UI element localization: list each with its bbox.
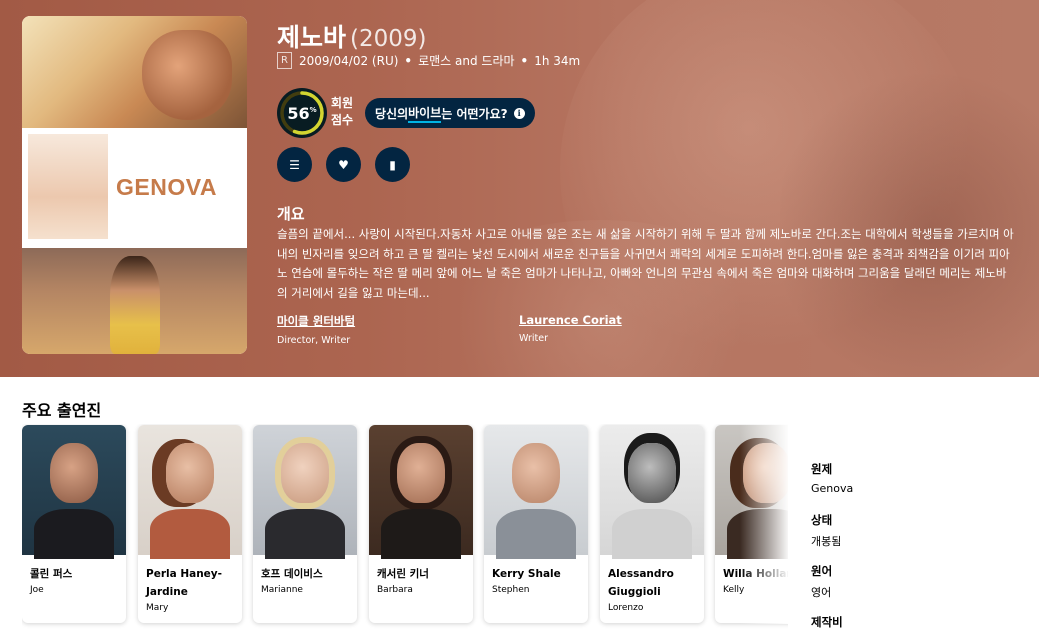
- cast-card[interactable]: Alessandro Giuggioli Lorenzo: [600, 425, 704, 623]
- genres[interactable]: 로맨스 and 드라마: [418, 52, 514, 69]
- add-to-list-button[interactable]: ☰: [277, 147, 312, 182]
- movie-title[interactable]: 제노바: [277, 23, 346, 52]
- fact-label: 원어: [811, 564, 833, 578]
- crew-name-link[interactable]: 마이클 윈터바텀: [277, 313, 355, 329]
- movie-poster[interactable]: GENOVA: [22, 16, 247, 354]
- cast-role: Stephen: [492, 585, 530, 595]
- cast-photo: [22, 425, 126, 559]
- cast-card[interactable]: 호프 데이비스 Marianne: [253, 425, 357, 623]
- cast-name[interactable]: Alessandro Giuggioli: [608, 565, 700, 601]
- cast-role: Mary: [146, 603, 169, 613]
- certification-badge: R: [277, 52, 292, 69]
- photo-head: [512, 443, 560, 503]
- photo-body: [612, 509, 692, 559]
- fact-label: 원제: [811, 462, 833, 476]
- cast-role: Joe: [30, 585, 44, 595]
- cast-photo: [369, 425, 473, 559]
- separator-dot: •: [404, 53, 413, 68]
- vibe-prefix: 당신의: [375, 106, 409, 121]
- bookmark-icon: ▮: [389, 157, 396, 172]
- cast-heading: 주요 출연진: [22, 401, 102, 420]
- crew-member: 마이클 윈터바텀 Director, Writer: [277, 313, 355, 346]
- crew-job: Director, Writer: [277, 335, 351, 346]
- cast-photo: [253, 425, 357, 559]
- runtime: 1h 34m: [534, 53, 581, 68]
- score-label: 회원 점수: [331, 95, 353, 129]
- poster-face: [142, 30, 232, 120]
- cast-role: Lorenzo: [608, 603, 644, 613]
- cast-card[interactable]: Perla Haney-Jardine Mary: [138, 425, 242, 623]
- photo-body: [496, 509, 576, 559]
- score-label-line2: 점수: [331, 113, 354, 127]
- fact-value: Genova: [811, 482, 854, 495]
- info-icon[interactable]: i: [513, 107, 525, 119]
- hero-banner: GENOVA 제노바 (2009) R 2009/04/02 (RU) • 로맨스…: [0, 0, 1039, 377]
- fact-original-title: 원제 Genova: [811, 461, 853, 495]
- poster-middle-image: [28, 134, 108, 239]
- crew-member: Laurence Coriat Writer: [519, 313, 622, 344]
- fact-value: 개봉됨: [811, 535, 842, 548]
- cast-role: Barbara: [377, 585, 413, 595]
- cast-name[interactable]: 호프 데이비스: [261, 565, 353, 583]
- user-score-chart[interactable]: 56%: [277, 88, 327, 138]
- poster-title-logo: GENOVA: [116, 174, 217, 200]
- overview-text: 슬픔의 끝에서... 사랑이 시작된다.자동차 사고로 아내를 잃은 조는 새 …: [277, 227, 1014, 300]
- fact-original-language: 원어 영어: [811, 563, 832, 600]
- score-label-line1: 회원: [331, 96, 354, 110]
- score-value: 56%: [277, 88, 327, 138]
- crew-job: Writer: [519, 333, 548, 344]
- cast-role: Marianne: [261, 585, 303, 595]
- crew-name-link[interactable]: Laurence Coriat: [519, 313, 622, 327]
- vibe-button[interactable]: 당신의 바이브 는 어떤가요? i: [365, 98, 535, 128]
- cast-name[interactable]: 캐서린 키너: [377, 565, 469, 583]
- movie-year: (2009): [350, 26, 427, 52]
- favorite-button[interactable]: ♥: [326, 147, 361, 182]
- cast-photo: [484, 425, 588, 559]
- score-percent: %: [309, 106, 317, 114]
- cast-name[interactable]: Kerry Shale: [492, 565, 584, 583]
- cast-card[interactable]: 콜린 퍼스 Joe: [22, 425, 126, 623]
- separator-dot: •: [520, 53, 529, 68]
- watchlist-button[interactable]: ▮: [375, 147, 410, 182]
- cast-card[interactable]: 캐서린 키너 Barbara: [369, 425, 473, 623]
- vibe-suffix: 는 어떤가요?: [441, 106, 508, 121]
- overview-heading: 개요: [277, 205, 305, 223]
- photo-head: [281, 443, 329, 503]
- fact-budget: 제작비: [811, 614, 843, 630]
- heart-icon: ♥: [338, 157, 349, 172]
- fact-label: 상태: [811, 513, 833, 527]
- cast-photo: [600, 425, 704, 559]
- photo-head: [50, 443, 98, 503]
- photo-body: [150, 509, 230, 559]
- score-number: 56: [287, 103, 310, 123]
- photo-head: [628, 443, 676, 503]
- fact-label: 제작비: [811, 615, 843, 629]
- photo-head: [397, 443, 445, 503]
- cast-photo: [138, 425, 242, 559]
- vibe-highlight: 바이브: [408, 104, 442, 123]
- photo-body: [34, 509, 114, 559]
- movie-facts: R 2009/04/02 (RU) • 로맨스 and 드라마 • 1h 34m: [277, 52, 580, 69]
- photo-head: [166, 443, 214, 503]
- photo-body: [265, 509, 345, 559]
- photo-body: [381, 509, 461, 559]
- release-date: 2009/04/02 (RU): [298, 53, 399, 68]
- cast-scroller[interactable]: 콜린 퍼스 Joe Perla Haney-Jardine Mary 호프 데이…: [22, 424, 788, 635]
- scroll-fade: [740, 424, 790, 624]
- poster-figure: [110, 256, 160, 354]
- backdrop-shade: [780, 60, 1039, 377]
- cast-name[interactable]: Perla Haney-Jardine: [146, 565, 238, 601]
- fact-value: 영어: [811, 586, 832, 599]
- fact-status: 상태 개봉됨: [811, 512, 841, 549]
- cast-card[interactable]: Kerry Shale Stephen: [484, 425, 588, 623]
- page-title: 제노바 (2009): [277, 18, 427, 54]
- action-buttons: ☰ ♥ ▮: [277, 147, 424, 182]
- list-icon: ☰: [289, 157, 300, 172]
- cast-name[interactable]: 콜린 퍼스: [30, 565, 122, 583]
